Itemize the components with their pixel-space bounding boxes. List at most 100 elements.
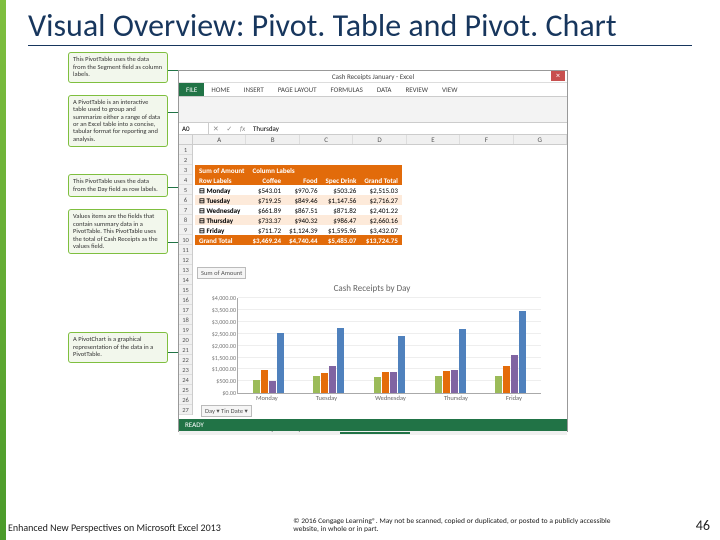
col-head[interactable]: B bbox=[246, 135, 299, 144]
select-all-cell[interactable] bbox=[179, 135, 193, 144]
row-head[interactable]: 4 bbox=[179, 175, 192, 185]
row-head[interactable]: 3 bbox=[179, 165, 192, 175]
pivot-rowlabel-hdr[interactable]: Row Labels bbox=[195, 175, 248, 185]
bar bbox=[435, 376, 442, 394]
pivot-cell: $2,401.22 bbox=[360, 205, 402, 215]
pivot-cell: $1,595.96 bbox=[322, 225, 361, 235]
y-tick: $2,500.00 bbox=[200, 330, 236, 338]
pivot-cell: $711.72 bbox=[248, 225, 285, 235]
row-head[interactable]: 24 bbox=[179, 375, 192, 385]
row-head[interactable]: 25 bbox=[179, 385, 192, 395]
row-head[interactable]: 5 bbox=[179, 185, 192, 195]
row-head[interactable]: 23 bbox=[179, 365, 192, 375]
bar bbox=[329, 366, 336, 394]
bar-group bbox=[435, 329, 466, 393]
chart-plot-area: $0.00$500.00$1,000.00$1,500.00$2,000.00$… bbox=[237, 298, 541, 394]
callout-2: A PivotTable is an interactive table use… bbox=[68, 95, 168, 148]
row-head[interactable]: 19 bbox=[179, 325, 192, 335]
row-head[interactable]: 8 bbox=[179, 215, 192, 225]
x-label: Wednesday bbox=[375, 394, 406, 402]
row-head[interactable]: 20 bbox=[179, 335, 192, 345]
window-titlebar: Cash Receipts January - Excel × bbox=[179, 71, 567, 83]
formula-value[interactable]: Thursday bbox=[249, 124, 279, 133]
row-head[interactable]: 27 bbox=[179, 405, 192, 415]
pivot-row-label: ⊟ Thursday bbox=[195, 215, 248, 225]
row-head[interactable]: 14 bbox=[179, 275, 192, 285]
x-label: Tuesday bbox=[316, 394, 337, 402]
pivot-gt-val: $13,724.75 bbox=[360, 235, 402, 245]
ribbon-tabs: FILE HOME INSERT PAGE LAYOUT FORMULAS DA… bbox=[179, 83, 567, 97]
pivot-cell: $1,124.39 bbox=[285, 225, 322, 235]
row-head[interactable]: 26 bbox=[179, 395, 192, 405]
row-head[interactable]: 15 bbox=[179, 285, 192, 295]
col-head[interactable]: C bbox=[300, 135, 353, 144]
x-axis-labels: MondayTuesdayWednesdayThursdayFriday bbox=[237, 394, 541, 402]
pivot-grand-total: Grand Total $3,469.24 $4,740.44 $5,485.0… bbox=[195, 235, 402, 245]
col-head[interactable]: A bbox=[193, 135, 246, 144]
row-head[interactable]: 1 bbox=[179, 145, 192, 155]
fx-icons: ✕ ✓ fx bbox=[209, 124, 249, 133]
x-label: Thursday bbox=[444, 394, 468, 402]
row-head[interactable]: 16 bbox=[179, 295, 192, 305]
name-box[interactable]: A0 bbox=[179, 123, 209, 135]
close-icon[interactable]: × bbox=[551, 71, 565, 81]
pivot-cell: $543.01 bbox=[248, 185, 285, 195]
callout-column-2: This PivotTable uses the data from the D… bbox=[68, 174, 168, 266]
row-head[interactable]: 13 bbox=[179, 265, 192, 275]
bar bbox=[519, 311, 526, 393]
row-head[interactable]: 21 bbox=[179, 345, 192, 355]
ribbon-tab-formulas[interactable]: FORMULAS bbox=[324, 83, 370, 96]
pivot-data-row: ⊟ Monday$543.01$970.76$503.26$2,515.03 bbox=[195, 185, 402, 195]
pivot-table[interactable]: Sum of Amount Column Labels Row Labels C… bbox=[195, 165, 402, 245]
col-head[interactable]: G bbox=[514, 135, 567, 144]
ribbon-tab-data[interactable]: DATA bbox=[370, 83, 399, 96]
pivot-cell: $970.76 bbox=[285, 185, 322, 195]
cancel-icon[interactable]: ✕ bbox=[213, 124, 219, 133]
ribbon-tab-pagelayout[interactable]: PAGE LAYOUT bbox=[271, 83, 324, 96]
row-head[interactable]: 11 bbox=[179, 245, 192, 255]
formula-bar: A0 ✕ ✓ fx Thursday bbox=[179, 123, 567, 135]
pivot-data-row: ⊟ Wednesday$661.89$867.51$871.82$2,401.2… bbox=[195, 205, 402, 215]
ribbon-tab-review[interactable]: REVIEW bbox=[398, 83, 435, 96]
row-head[interactable]: 22 bbox=[179, 355, 192, 365]
ribbon-tab-insert[interactable]: INSERT bbox=[237, 83, 271, 96]
bar bbox=[511, 355, 518, 393]
pivot-cell: $2,515.03 bbox=[360, 185, 402, 195]
slide: Visual Overview: Pivot. Table and Pivot.… bbox=[0, 0, 720, 442]
row-head[interactable]: 18 bbox=[179, 315, 192, 325]
callout-column: This PivotTable uses the data from the S… bbox=[68, 52, 168, 159]
bar bbox=[451, 370, 458, 394]
row-head[interactable]: 6 bbox=[179, 195, 192, 205]
pivot-cell: $1,147.56 bbox=[322, 195, 361, 205]
row-head[interactable]: 10 bbox=[179, 235, 192, 245]
ribbon-tab-file[interactable]: FILE bbox=[179, 83, 204, 96]
bar-group bbox=[374, 336, 405, 394]
ribbon-tab-view[interactable]: VIEW bbox=[435, 83, 464, 96]
row-head[interactable]: 12 bbox=[179, 255, 192, 265]
ribbon-tab-home[interactable]: HOME bbox=[204, 83, 236, 96]
pivot-col-label[interactable]: Column Labels bbox=[248, 165, 401, 175]
enter-icon[interactable]: ✓ bbox=[226, 124, 232, 133]
y-tick: $3,000.00 bbox=[200, 318, 236, 326]
bar bbox=[277, 333, 284, 393]
pivot-chart[interactable]: Sum of Amount Cash Receipts by Day $0.00… bbox=[197, 267, 547, 417]
pivot-cell: $2,660.16 bbox=[360, 215, 402, 225]
bar bbox=[495, 376, 502, 393]
col-head[interactable]: E bbox=[407, 135, 460, 144]
x-label: Friday bbox=[506, 394, 522, 402]
y-tick: $4,000.00 bbox=[200, 294, 236, 302]
row-head[interactable]: 7 bbox=[179, 205, 192, 215]
pivot-col-headers: Row Labels Coffee Food Spec Drink Grand … bbox=[195, 175, 402, 185]
fx-icon[interactable]: fx bbox=[240, 124, 245, 133]
chart-axis-button[interactable]: Day ▾ Tin Date ▾ bbox=[201, 405, 252, 417]
bar-group bbox=[313, 328, 344, 393]
row-head[interactable]: 9 bbox=[179, 225, 192, 235]
row-head[interactable]: 17 bbox=[179, 305, 192, 315]
row-head[interactable]: 2 bbox=[179, 155, 192, 165]
pivot-cell: $940.32 bbox=[285, 215, 322, 225]
chart-field-button[interactable]: Sum of Amount bbox=[197, 267, 246, 279]
pivot-data-row: ⊟ Friday$711.72$1,124.39$1,595.96$3,432.… bbox=[195, 225, 402, 235]
col-head[interactable]: F bbox=[460, 135, 513, 144]
col-head[interactable]: D bbox=[353, 135, 406, 144]
pivot-col-hdr: Grand Total bbox=[360, 175, 402, 185]
